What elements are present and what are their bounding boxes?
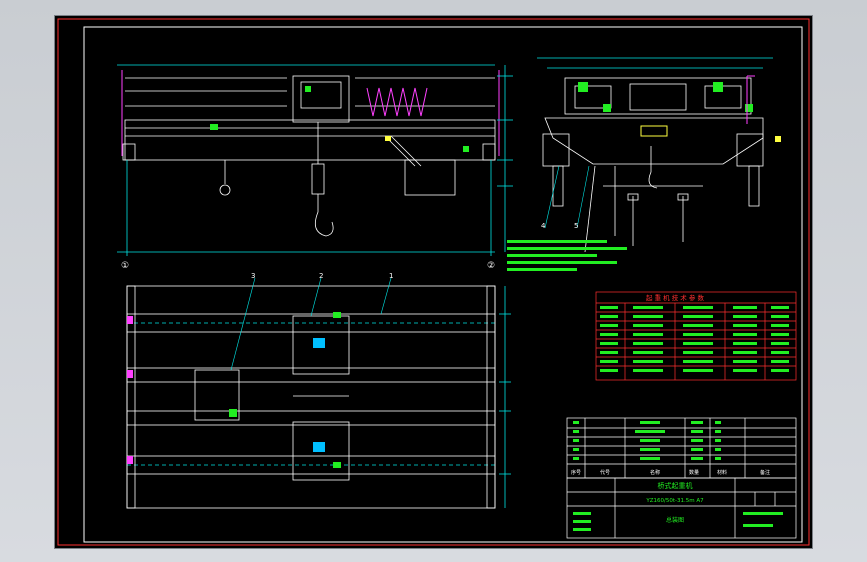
cad-viewport: ① ② 3 2 1 4 5 起 重 机 技 术 参 数 序号 代号 名称 数量 … [0, 0, 867, 562]
front-magenta-accents [121, 70, 500, 156]
parts-col-qty: 数量 [689, 469, 699, 476]
front-elevation-view [117, 64, 496, 256]
parts-col-index: 序号 [571, 469, 581, 476]
item-label-2: 2 [319, 272, 323, 280]
drawing-general-assembly: 总装图 [666, 516, 684, 524]
parts-list-values [573, 421, 721, 460]
axis-mark-left: ① [121, 261, 129, 271]
item-label-5: 5 [574, 222, 578, 230]
drawing-title: 桥式起重机 [658, 481, 693, 490]
parameter-table-title: 起 重 机 技 术 参 数 [646, 293, 704, 302]
parts-col-code: 代号 [600, 469, 610, 476]
parts-col-remark: 备注 [760, 469, 770, 476]
parts-col-material: 材料 [717, 469, 727, 476]
axis-mark-right: ② [487, 261, 495, 271]
plan-view [126, 285, 496, 509]
plan-dimensions [499, 286, 511, 508]
side-elevation-view [537, 57, 773, 253]
front-colored-parts [210, 86, 469, 152]
drawing-sheet: ① ② 3 2 1 4 5 起 重 机 技 术 参 数 序号 代号 名称 数量 … [55, 16, 812, 548]
item-label-1: 1 [389, 272, 393, 280]
item-label-4: 4 [541, 222, 546, 230]
parts-list-table [566, 417, 797, 479]
plan-colored-parts [127, 312, 341, 468]
outer-border [57, 18, 810, 546]
cad-drawing-canvas: ① ② 3 2 1 4 5 起 重 机 技 术 参 数 序号 代号 名称 数量 … [57, 18, 810, 546]
technical-notes-block [507, 240, 627, 271]
parts-col-name: 名称 [650, 469, 660, 476]
item-label-3: 3 [251, 272, 255, 280]
drawing-model: YZ160/50t-31.5m A7 [645, 498, 704, 504]
